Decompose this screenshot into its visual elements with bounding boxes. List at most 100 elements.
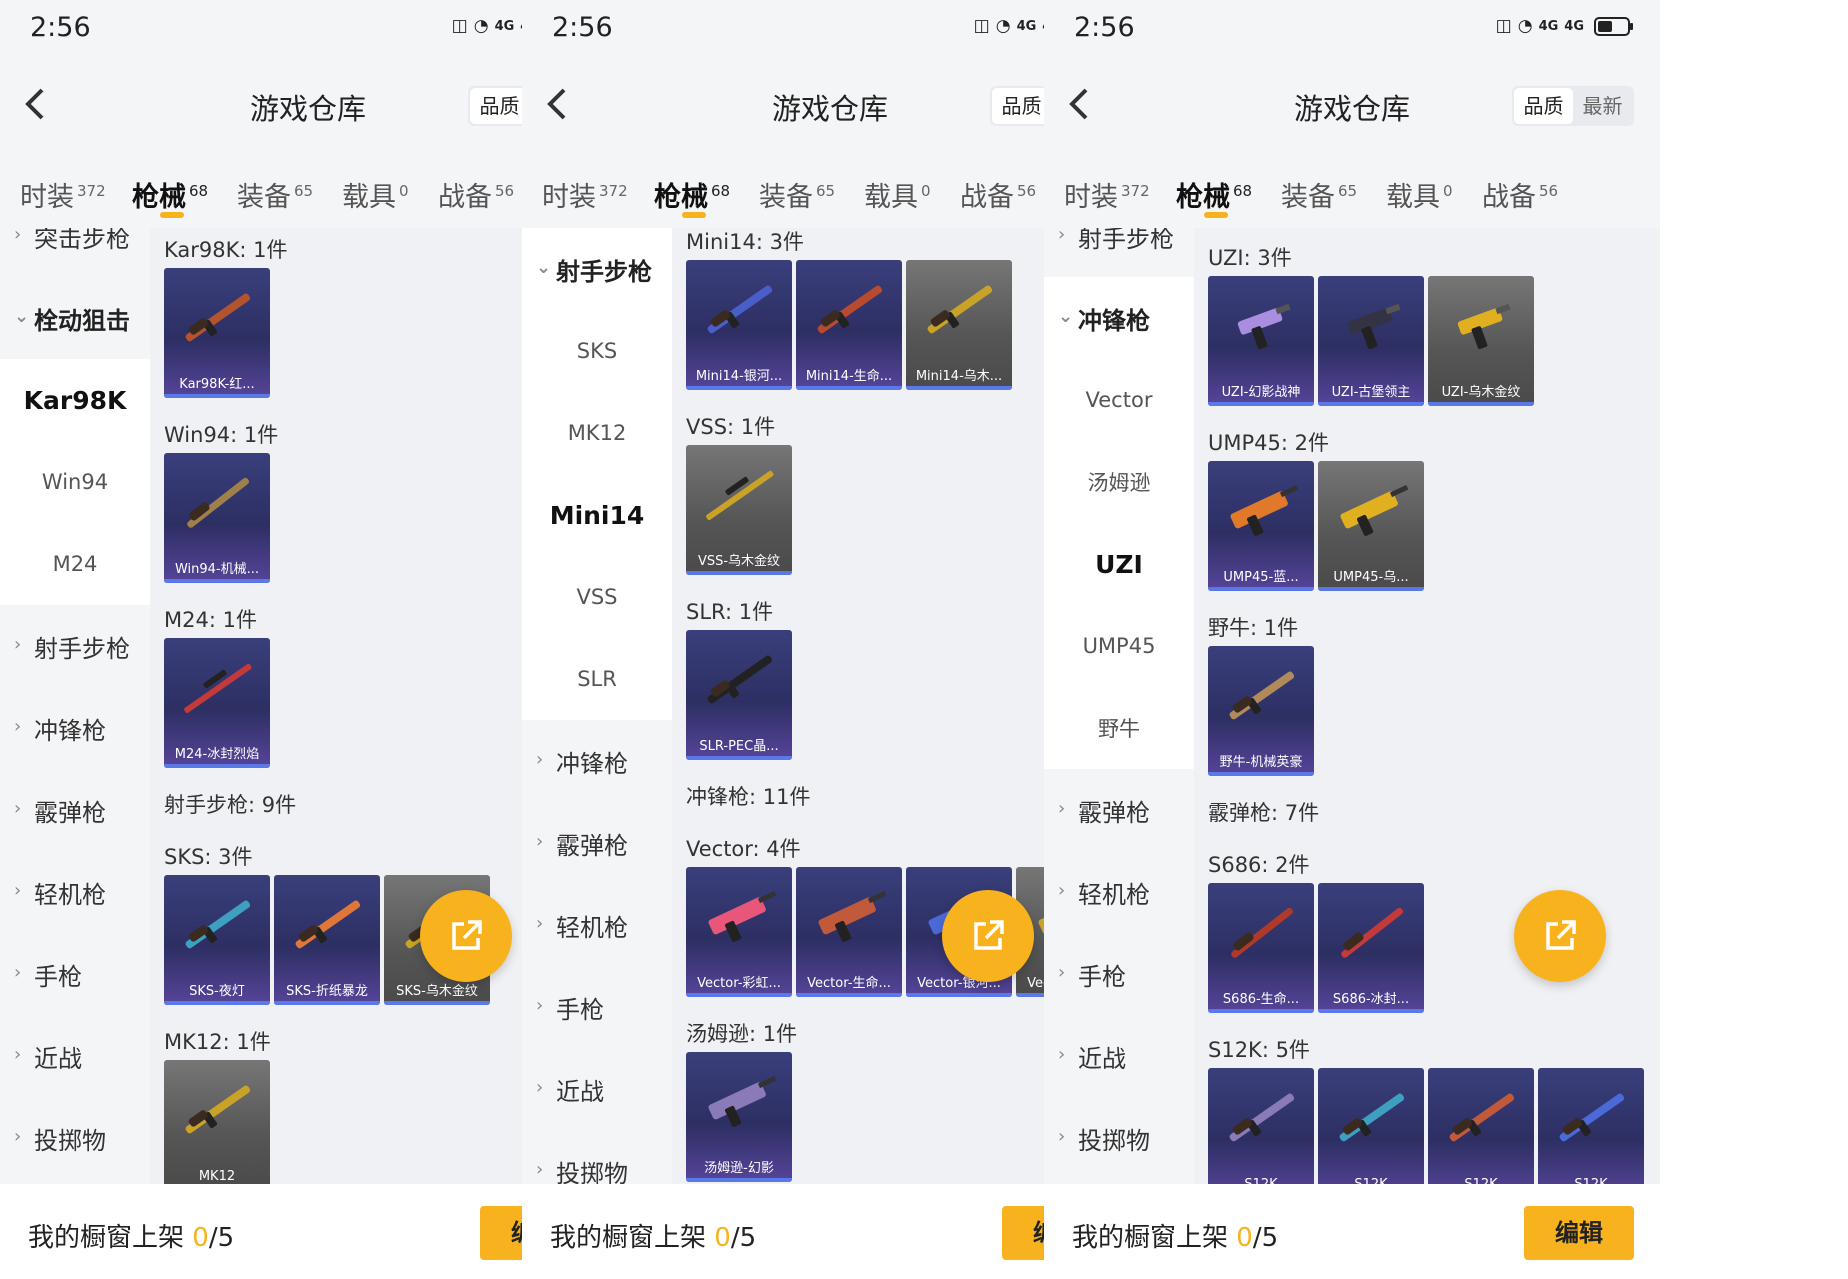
chevron-right-icon: ›: [14, 962, 22, 983]
skin-card[interactable]: UMP45-蓝...: [1208, 461, 1314, 591]
share-fab-button[interactable]: [420, 890, 512, 982]
skin-card[interactable]: VSS-乌木金纹: [686, 445, 792, 575]
sidebar-item[interactable]: › 近战: [1044, 1015, 1194, 1097]
sort-quality-button[interactable]: 品质: [1514, 88, 1573, 124]
tab-2[interactable]: 装备 65: [1281, 175, 1357, 214]
sort-newest-button[interactable]: 最新: [1573, 88, 1632, 124]
tab-label: 枪械: [132, 182, 186, 213]
sidebar-item[interactable]: ⌄ 射手步枪: [522, 228, 672, 310]
sidebar-item[interactable]: › 冲锋枪: [522, 720, 672, 802]
skin-card[interactable]: S686-冰封...: [1318, 883, 1424, 1013]
skin-card[interactable]: Mini14-乌木...: [906, 260, 1012, 390]
sidebar-item[interactable]: MK12: [522, 392, 672, 474]
tab-2[interactable]: 装备 65: [759, 175, 835, 214]
skin-card[interactable]: Vector-生命...: [796, 867, 902, 997]
chevron-right-icon: ›: [14, 1044, 22, 1065]
sidebar-item[interactable]: Mini14: [522, 474, 672, 556]
sidebar-item[interactable]: UZI: [1044, 523, 1194, 605]
edit-button[interactable]: 编辑: [1524, 1206, 1634, 1260]
sidebar-item[interactable]: › 轻机枪: [522, 884, 672, 966]
skin-card[interactable]: Vector-彩虹...: [686, 867, 792, 997]
sidebar-item[interactable]: › 射手步枪: [0, 605, 150, 687]
section-label: S12K: 5件: [1208, 1038, 1310, 1062]
skin-card[interactable]: S12K: [1318, 1068, 1424, 1184]
tab-2[interactable]: 装备 65: [237, 175, 313, 214]
skin-card[interactable]: Mini14-银河...: [686, 260, 792, 390]
share-fab-button[interactable]: [942, 890, 1034, 982]
sidebar-item[interactable]: VSS: [522, 556, 672, 638]
section-label: Kar98K: 1件: [164, 238, 288, 262]
tab-1[interactable]: 枪械 68: [1176, 175, 1252, 214]
tab-1[interactable]: 枪械 68: [654, 175, 730, 214]
skin-card[interactable]: UZI-幻影战神: [1208, 276, 1314, 406]
sidebar-item[interactable]: Win94: [0, 441, 150, 523]
skin-card[interactable]: S686-生命...: [1208, 883, 1314, 1013]
sidebar-item[interactable]: › 霰弹枪: [522, 802, 672, 884]
skin-name: SKS-夜灯: [189, 984, 245, 999]
skin-card[interactable]: Mini14-生命...: [796, 260, 902, 390]
sidebar-item[interactable]: M24: [0, 523, 150, 605]
sidebar-item[interactable]: › 近战: [522, 1048, 672, 1130]
skin-card[interactable]: S12K: [1428, 1068, 1534, 1184]
sidebar-item[interactable]: › 投掷物: [1044, 1097, 1194, 1179]
sort-toggle[interactable]: 品质最新: [1512, 86, 1634, 126]
sidebar-item[interactable]: › 投掷物: [522, 1130, 672, 1184]
tab-0[interactable]: 时装 372: [1064, 175, 1150, 214]
tab-0[interactable]: 时装 372: [20, 175, 106, 214]
tab-4[interactable]: 战备 56: [1482, 175, 1558, 214]
skin-card[interactable]: 野牛-机械英豪: [1208, 646, 1314, 776]
tab-4[interactable]: 战备 56: [438, 175, 514, 214]
sidebar-item[interactable]: ⌄ 冲锋枪: [1044, 277, 1194, 359]
skin-card[interactable]: S12K: [1208, 1068, 1314, 1184]
skin-card[interactable]: SKS-折纸暴龙: [274, 875, 380, 1005]
skin-card[interactable]: 汤姆逊-幻影: [686, 1052, 792, 1182]
sidebar-item[interactable]: › 突击步枪: [0, 228, 150, 277]
skin-card[interactable]: Kar98K-红...: [164, 268, 270, 398]
sidebar-item[interactable]: › 轻机枪: [0, 851, 150, 933]
gun-skin-image: [1347, 303, 1401, 350]
sidebar-item[interactable]: › 霰弹枪: [1044, 769, 1194, 851]
skin-card[interactable]: UMP45-乌...: [1318, 461, 1424, 591]
sidebar-item[interactable]: › 手枪: [522, 966, 672, 1048]
tab-3[interactable]: 载具 0: [864, 175, 931, 214]
sidebar-item[interactable]: › 射手步枪: [1044, 228, 1194, 277]
tab-1[interactable]: 枪械 68: [132, 175, 208, 214]
skin-name: Mini14-银河...: [695, 369, 783, 384]
skin-card[interactable]: M24-冰封烈焰: [164, 638, 270, 768]
sort-quality-button[interactable]: 品质: [470, 88, 529, 124]
sidebar-item[interactable]: ⌄ 栓动狙击: [0, 277, 150, 359]
skin-card[interactable]: Win94-机械...: [164, 453, 270, 583]
chevron-down-icon: ⌄: [536, 257, 552, 278]
sidebar-item[interactable]: 汤姆逊: [1044, 441, 1194, 523]
gun-skin-image: [1237, 303, 1291, 350]
tab-0[interactable]: 时装 372: [542, 175, 628, 214]
sidebar-item[interactable]: › 近战: [0, 1015, 150, 1097]
sidebar-item[interactable]: › 轻机枪: [1044, 851, 1194, 933]
share-fab-button[interactable]: [1514, 890, 1606, 982]
sidebar-item[interactable]: SKS: [522, 310, 672, 392]
sidebar-item[interactable]: SLR: [522, 638, 672, 720]
tab-label: 时装: [542, 182, 596, 213]
skin-card[interactable]: UZI-古堡领主: [1318, 276, 1424, 406]
sidebar-item[interactable]: Kar98K: [0, 359, 150, 441]
sidebar-item[interactable]: Vector: [1044, 359, 1194, 441]
sidebar-item[interactable]: 野牛: [1044, 687, 1194, 769]
skin-card[interactable]: SLR-PEC晶...: [686, 630, 792, 760]
sidebar-item[interactable]: UMP45: [1044, 605, 1194, 687]
sidebar-item-label: SLR: [577, 667, 617, 691]
tab-3[interactable]: 载具 0: [342, 175, 409, 214]
skin-card[interactable]: UZI-乌木金纹: [1428, 276, 1534, 406]
sidebar-item[interactable]: › 霰弹枪: [0, 769, 150, 851]
skin-card[interactable]: S12K: [1538, 1068, 1644, 1184]
skin-card[interactable]: SKS-夜灯: [164, 875, 270, 1005]
tab-4[interactable]: 战备 56: [960, 175, 1036, 214]
sidebar: › 射手步枪 ⌄ 冲锋枪 Vector 汤姆逊 UZI UMP45 野牛 › 霰弹枪 › 轻机枪 › 手枪 ›…: [1044, 228, 1194, 1184]
skin-card[interactable]: MK12: [164, 1060, 270, 1184]
sidebar-item[interactable]: › 投掷物: [0, 1097, 150, 1179]
sidebar-item[interactable]: › 手枪: [0, 933, 150, 1015]
tab-3[interactable]: 载具 0: [1386, 175, 1453, 214]
sidebar-item[interactable]: › 冲锋枪: [0, 687, 150, 769]
sort-quality-button[interactable]: 品质: [992, 88, 1051, 124]
sidebar-item[interactable]: › 手枪: [1044, 933, 1194, 1015]
sidebar-item-label: 投掷物: [1078, 1126, 1150, 1155]
